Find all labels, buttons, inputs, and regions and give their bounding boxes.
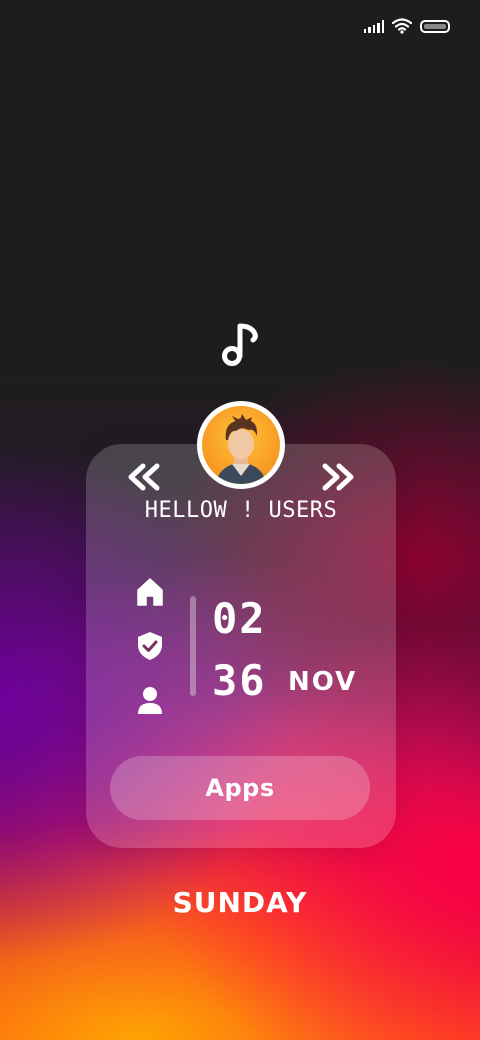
signal-icon: [363, 19, 384, 33]
divider: [190, 596, 196, 696]
time-minute: 36: [212, 656, 267, 705]
wifi-icon: [392, 18, 412, 34]
shield-check-icon[interactable]: [134, 630, 166, 662]
time-hour: 02: [212, 594, 267, 643]
battery-icon: [420, 19, 450, 33]
double-chevron-right-icon[interactable]: [320, 462, 356, 492]
status-bar: [363, 18, 450, 34]
apps-button[interactable]: Apps: [110, 756, 370, 820]
month-label: NOV: [288, 667, 358, 697]
avatar-image: [202, 406, 280, 484]
music-note-icon[interactable]: [220, 320, 262, 366]
day-label: SUNDAY: [172, 886, 308, 919]
home-icon[interactable]: [134, 576, 166, 608]
user-icon[interactable]: [134, 684, 166, 716]
user-avatar[interactable]: [197, 401, 285, 489]
double-chevron-left-icon[interactable]: [126, 462, 162, 492]
greeting-text: HELLOW ! USERS: [144, 498, 338, 523]
